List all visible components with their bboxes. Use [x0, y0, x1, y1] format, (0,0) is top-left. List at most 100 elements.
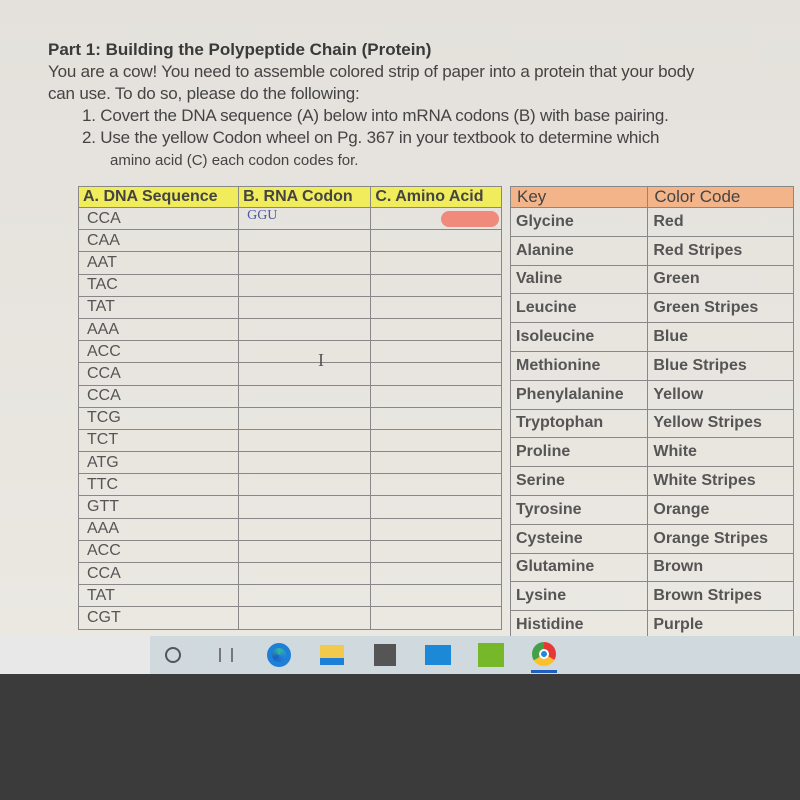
rna-cell[interactable] — [238, 561, 372, 586]
color-code: White Stripes — [647, 466, 794, 496]
intro-text: can use. To do so, please do the followi… — [48, 84, 360, 103]
dna-cell: ACC — [77, 539, 240, 564]
color-code: Green — [647, 264, 794, 295]
amino-acid-name: Serine — [509, 466, 649, 496]
table-row: Phenylalanine Yellow — [509, 379, 794, 410]
color-code: Red Stripes — [647, 235, 794, 266]
amino-cell[interactable] — [370, 317, 502, 342]
chrome-icon[interactable] — [531, 637, 557, 673]
table-row: Leucine Green Stripes — [509, 293, 794, 324]
amino-cell[interactable] — [370, 451, 502, 475]
dna-cell: TCT — [77, 428, 240, 453]
dna-cell: ACC — [77, 340, 240, 364]
table-row: Methionine Blue Stripes — [509, 350, 794, 381]
amino-cell[interactable] — [370, 473, 502, 497]
color-code: Red — [647, 207, 794, 237]
table-row: TAT — [77, 295, 502, 319]
rna-cell[interactable] — [238, 406, 372, 430]
table-row: ACC — [77, 539, 502, 564]
table-row: CCA — [77, 362, 502, 386]
dna-cell: TCG — [77, 406, 240, 430]
rna-cell[interactable] — [238, 451, 372, 475]
key-table: Key Color Code Glycine Red Alanine Red Stri… — [509, 186, 794, 640]
amino-cell[interactable] — [370, 384, 502, 408]
dna-cell: TAT — [77, 584, 240, 608]
rna-cell[interactable] — [238, 273, 372, 297]
rna-cell[interactable] — [238, 340, 372, 364]
table-row: Tryptophan Yellow Stripes — [509, 408, 794, 439]
amino-cell[interactable] — [370, 495, 502, 519]
dna-cell: CCA — [77, 206, 240, 231]
page-title: Part 1: Building the Polypeptide Chain (… — [48, 40, 432, 59]
rna-cell[interactable] — [238, 295, 372, 319]
rna-cell[interactable] — [238, 606, 372, 630]
amino-acid-name: Glycine — [509, 207, 649, 237]
table-row: Serine White Stripes — [509, 466, 794, 496]
dna-cell: ATG — [77, 451, 240, 475]
document-page: Part 1: Building the Polypeptide Chain (… — [0, 0, 800, 640]
amino-acid-name: Tyrosine — [509, 494, 649, 525]
step-1: 1. Covert the DNA sequence (A) below int… — [82, 106, 669, 125]
color-code: Yellow — [647, 379, 794, 410]
amino-cell[interactable] — [370, 362, 502, 386]
header-amino: C. Amino Acid — [370, 186, 502, 208]
amino-cell[interactable] — [370, 206, 502, 231]
rna-cell[interactable] — [238, 229, 372, 253]
nvidia-icon[interactable] — [478, 642, 504, 668]
rna-cell[interactable] — [238, 428, 372, 453]
color-code: Blue — [647, 322, 794, 352]
dna-cell: CAA — [77, 229, 240, 253]
table-row: TAT — [77, 584, 502, 608]
amino-cell[interactable] — [370, 561, 502, 586]
rna-cell[interactable] — [238, 517, 372, 541]
amino-cell[interactable] — [370, 251, 502, 275]
table-row: CCA — [77, 561, 502, 586]
table-row: Cysteine Orange Stripes — [509, 523, 794, 554]
header-key: Key — [509, 186, 649, 208]
amino-acid-name: Tryptophan — [509, 408, 649, 439]
rna-cell[interactable]: GGU — [238, 206, 372, 231]
rna-cell[interactable] — [238, 539, 372, 564]
taskbar — [150, 636, 800, 674]
rna-cell[interactable] — [238, 384, 372, 408]
amino-cell[interactable] — [370, 229, 502, 253]
table-row: CAA — [77, 229, 502, 253]
edge-icon[interactable] — [266, 642, 292, 668]
store-icon[interactable] — [372, 642, 398, 668]
amino-acid-name: Isoleucine — [509, 322, 649, 352]
rna-cell[interactable] — [238, 362, 372, 386]
amino-cell[interactable] — [370, 406, 502, 430]
color-code: Orange Stripes — [647, 523, 794, 554]
rna-cell[interactable] — [238, 584, 372, 608]
amino-cell[interactable] — [370, 539, 502, 564]
intro-text: You are a cow! You need to assemble colo… — [48, 62, 695, 81]
color-code: Orange — [647, 494, 794, 525]
color-code: White — [647, 437, 794, 468]
rna-cell[interactable] — [238, 473, 372, 497]
amino-acid-name: Proline — [509, 437, 649, 468]
amino-cell[interactable] — [370, 340, 502, 364]
header-rna: B. RNA Codon — [238, 186, 372, 208]
dna-cell: CCA — [77, 384, 240, 408]
file-explorer-icon[interactable] — [319, 642, 345, 668]
mail-icon[interactable] — [425, 642, 451, 668]
amino-cell[interactable] — [370, 606, 502, 630]
amino-cell[interactable] — [370, 273, 502, 297]
color-code: Brown — [647, 552, 794, 583]
amino-cell[interactable] — [370, 584, 502, 608]
header-dna: A. DNA Sequence — [77, 186, 240, 208]
table-row: Valine Green — [509, 264, 794, 295]
rna-cell[interactable] — [238, 495, 372, 519]
amino-cell[interactable] — [370, 295, 502, 319]
task-view-icon[interactable] — [213, 642, 239, 668]
dna-cell: CCA — [77, 561, 240, 586]
amino-acid-name: Alanine — [509, 235, 649, 266]
table-row: Glutamine Brown — [509, 552, 794, 583]
search-circle-icon[interactable] — [160, 642, 186, 668]
amino-cell[interactable] — [370, 428, 502, 453]
step-2-cont: amino acid (C) each codon codes for. — [110, 152, 359, 169]
dna-cell: CGT — [77, 606, 240, 630]
rna-cell[interactable] — [238, 251, 372, 275]
rna-cell[interactable] — [238, 317, 372, 342]
amino-cell[interactable] — [370, 517, 502, 541]
